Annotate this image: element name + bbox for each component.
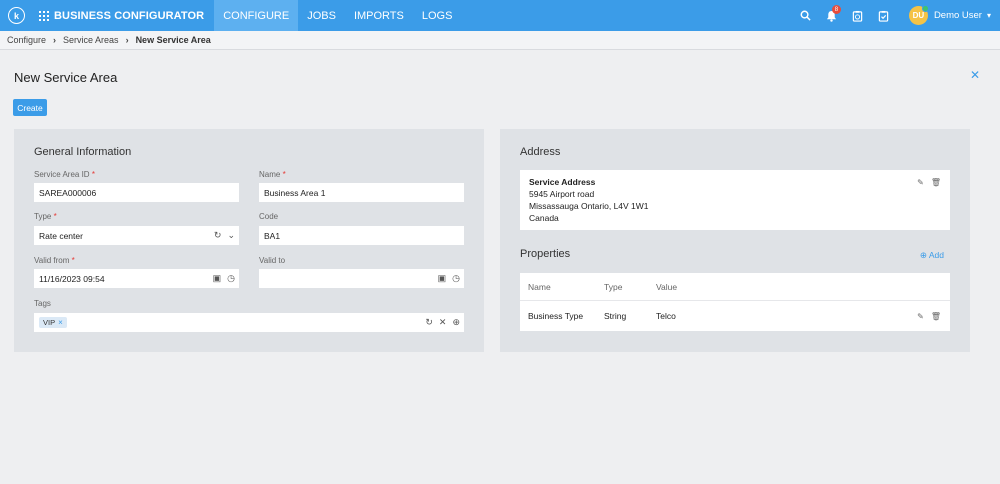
general-information-panel: General Information Service Area ID * SA… — [14, 129, 484, 352]
general-information-title: General Information — [34, 146, 132, 158]
valid-to-field[interactable]: ▣ ◷ — [259, 269, 464, 288]
tab-imports[interactable]: IMPORTS — [345, 0, 413, 31]
clock-icon[interactable]: ◷ — [227, 273, 235, 284]
address-line-1: 5945 Airport road — [529, 189, 595, 199]
chevron-right-icon: › — [125, 35, 129, 45]
online-status-dot — [921, 5, 929, 12]
type-label: Type * — [34, 212, 57, 221]
breadcrumb-current: New Service Area — [135, 35, 211, 45]
trash-icon[interactable]: 🗑 — [931, 177, 941, 189]
calendar-icon[interactable]: ▣ — [213, 273, 222, 284]
close-icon[interactable]: ✕ — [970, 68, 980, 82]
cell-name: Business Type — [528, 311, 584, 321]
tab-configure[interactable]: CONFIGURE — [214, 0, 299, 31]
refresh-icon[interactable]: ↻ — [425, 317, 433, 328]
tag-label: VIP — [43, 318, 56, 327]
topbar-actions: 8 DU Demo User ▾ — [793, 0, 1000, 31]
cell-type: String — [604, 311, 627, 321]
add-circle-icon: ⊕ — [919, 250, 927, 260]
edit-icon[interactable]: ✎ — [917, 312, 924, 321]
page-title: New Service Area — [14, 70, 118, 85]
valid-from-label: Valid from * — [34, 256, 75, 265]
service-area-id-field[interactable]: SAREA000006 — [34, 183, 239, 202]
avatar[interactable]: DU — [908, 5, 929, 25]
properties-table: Name Type Value Business Type String Tel… — [520, 273, 950, 331]
clear-icon[interactable]: ✕ — [439, 317, 447, 328]
bell-icon[interactable]: 8 — [819, 0, 845, 31]
tab-logs[interactable]: LOGS — [413, 0, 462, 31]
code-label: Code — [259, 212, 279, 221]
clipboard-clock-icon[interactable] — [845, 0, 871, 31]
clock-icon[interactable]: ◷ — [452, 273, 460, 284]
properties-title: Properties — [520, 248, 571, 260]
chevron-right-icon: › — [53, 35, 57, 45]
top-navbar: k BUSINESS CONFIGURATOR CONFIGURE JOBS I… — [0, 0, 1000, 31]
tag-chip[interactable]: VIP × — [39, 317, 67, 328]
type-select[interactable]: Rate center ↻ ⌄ — [34, 226, 239, 245]
service-area-id-label: Service Area ID * — [34, 170, 95, 179]
breadcrumb: Configure › Service Areas › New Service … — [0, 31, 1000, 50]
remove-tag-icon[interactable]: × — [58, 318, 63, 327]
clipboard-check-icon[interactable] — [871, 0, 897, 31]
app-logo[interactable]: k — [8, 7, 25, 24]
trash-icon[interactable]: 🗑 — [931, 312, 941, 321]
table-row[interactable]: Business Type String Telco ✎ 🗑 — [520, 301, 950, 331]
column-value: Value — [656, 281, 678, 292]
tags-label: Tags — [34, 299, 51, 308]
add-property-button[interactable]: ⊕ Add — [920, 250, 944, 261]
logo-letter: k — [13, 10, 19, 21]
column-name: Name — [528, 281, 551, 292]
create-button[interactable]: Create — [13, 99, 47, 116]
breadcrumb-service-areas[interactable]: Service Areas — [63, 35, 119, 45]
column-type: Type — [604, 281, 623, 292]
chevron-down-icon[interactable]: ⌄ — [227, 230, 235, 241]
valid-to-label: Valid to — [259, 256, 286, 265]
avatar-initials: DU — [912, 11, 925, 20]
address-line-3: Canada — [529, 213, 559, 223]
address-title: Address — [520, 146, 561, 158]
user-name[interactable]: Demo User — [934, 10, 982, 21]
address-card-title: Service Address — [529, 177, 596, 187]
cell-value: Telco — [656, 311, 676, 321]
address-properties-panel: Address Service Address 5945 Airport roa… — [500, 129, 970, 352]
brand[interactable]: BUSINESS CONFIGURATOR — [39, 10, 204, 22]
add-circle-icon[interactable]: ⊕ — [452, 317, 460, 328]
apps-grid-icon — [39, 10, 49, 21]
notification-badge: 8 — [831, 5, 841, 14]
service-address-card: Service Address 5945 Airport road Missas… — [520, 170, 950, 230]
address-line-2: Missassauga Ontario, L4V 1W1 — [529, 201, 649, 211]
edit-icon[interactable]: ✎ — [917, 177, 924, 189]
name-label: Name * — [259, 170, 286, 179]
name-field[interactable]: Business Area 1 — [259, 183, 464, 202]
table-header: Name Type Value — [520, 273, 950, 301]
calendar-icon[interactable]: ▣ — [438, 273, 447, 284]
refresh-icon[interactable]: ↻ — [214, 230, 222, 241]
valid-from-field[interactable]: 11/16/2023 09:54 ▣ ◷ — [34, 269, 239, 288]
tags-field[interactable]: VIP × ↻ ✕ ⊕ — [34, 313, 464, 332]
chevron-down-icon[interactable]: ▾ — [987, 11, 991, 20]
search-icon[interactable] — [793, 0, 819, 31]
code-field[interactable]: BA1 — [259, 226, 464, 245]
tab-jobs[interactable]: JOBS — [298, 0, 345, 31]
brand-name: BUSINESS CONFIGURATOR — [54, 9, 205, 22]
breadcrumb-configure[interactable]: Configure — [7, 35, 46, 45]
